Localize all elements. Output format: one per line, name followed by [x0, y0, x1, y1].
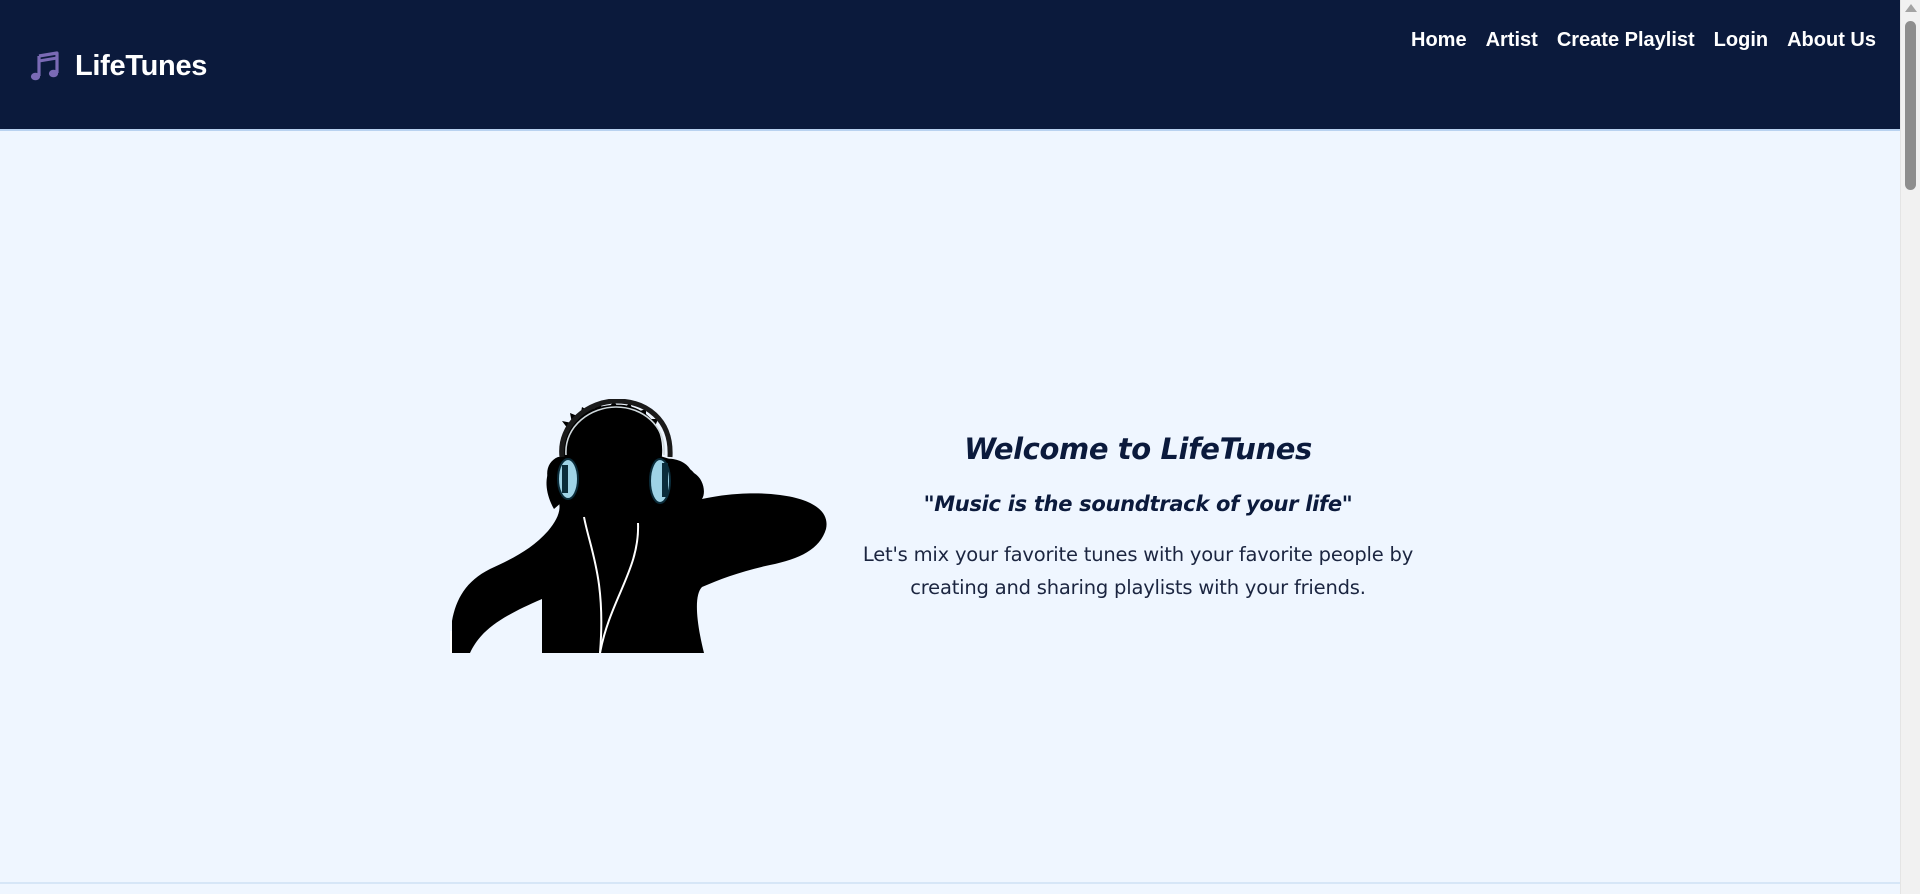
- nav-login-link[interactable]: Login: [1714, 26, 1768, 54]
- main-nav: Home Artist Create Playlist Login About …: [1411, 26, 1876, 54]
- hero-text: Welcome to LifeTunes "Music is the sound…: [838, 427, 1438, 604]
- hero-headphones-image: [450, 398, 828, 654]
- nav-home-link[interactable]: Home: [1411, 26, 1467, 54]
- viewport: LifeTunes Home Artist Create Playlist Lo…: [0, 0, 1900, 894]
- nav-about-us-link[interactable]: About Us: [1787, 26, 1876, 54]
- music-notes-icon: [29, 50, 61, 82]
- brand-link[interactable]: LifeTunes: [29, 48, 207, 84]
- nav-artist-link[interactable]: Artist: [1486, 26, 1538, 54]
- page: LifeTunes Home Artist Create Playlist Lo…: [0, 0, 1920, 894]
- hero-quote: "Music is the soundtrack of your life": [923, 492, 1353, 516]
- hero-description: Let's mix your favorite tunes with your …: [862, 543, 1414, 599]
- brand-name: LifeTunes: [75, 49, 208, 82]
- nav-create-playlist-link[interactable]: Create Playlist: [1557, 26, 1695, 54]
- vertical-scrollbar[interactable]: [1900, 0, 1920, 894]
- scrollbar-thumb[interactable]: [1905, 21, 1916, 190]
- scroll-up-arrow-icon[interactable]: [1905, 4, 1917, 12]
- footer-divider: [0, 882, 1900, 884]
- site-header: LifeTunes Home Artist Create Playlist Lo…: [0, 0, 1900, 131]
- hero-title: Welcome to LifeTunes: [964, 432, 1312, 466]
